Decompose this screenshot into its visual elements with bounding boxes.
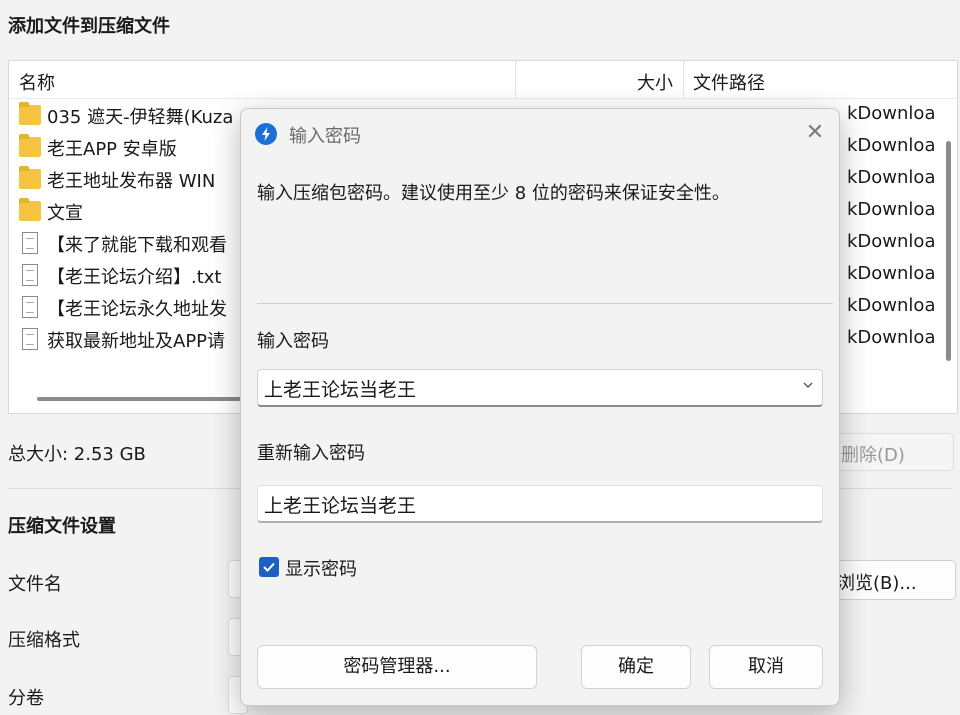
dialog-title: 输入密码 [289,126,361,147]
file-path: kDownloa [847,231,936,252]
file-name: 【来了就能下载和观看 [47,235,227,256]
file-path: kDownloa [847,103,936,124]
text-file-icon [22,264,38,286]
cancel-button[interactable]: 取消 [709,645,823,689]
folder-icon [19,166,41,189]
file-name: 文宣 [47,203,83,224]
divider [257,303,833,304]
checkmark-icon [263,562,275,572]
column-separator [515,61,516,99]
folder-icon [19,198,41,221]
file-list-header: 名称 大小 文件路径 [9,61,957,99]
column-separator [683,61,684,99]
file-path: kDownloa [847,199,936,220]
reenter-password-input[interactable]: 上老王论坛当老王 [257,485,823,523]
show-password-checkbox[interactable] [259,557,279,577]
filename-label: 文件名 [8,574,62,595]
close-icon[interactable]: ✕ [801,119,829,147]
format-label: 压缩格式 [8,630,80,651]
folder-icon [19,134,41,157]
total-size-label: 总大小: 2.53 GB [8,444,146,465]
reenter-password-label: 重新输入密码 [257,443,365,464]
settings-section-title: 压缩文件设置 [8,516,116,537]
chevron-down-icon[interactable] [802,379,814,391]
password-label: 输入密码 [257,331,329,352]
vertical-scrollbar[interactable] [946,141,951,361]
file-name: 老王地址发布器 WIN [47,171,216,192]
file-name: 老王APP 安卓版 [47,139,177,160]
password-value: 上老王论坛当老王 [264,379,417,401]
column-name-header[interactable]: 名称 [19,69,55,95]
text-file-icon [22,328,38,350]
column-path-header[interactable]: 文件路径 [693,69,765,95]
file-name: 035 遮天-伊轻舞(Kuza [47,107,234,128]
text-file-icon [22,232,38,254]
file-path: kDownloa [847,263,936,284]
file-path: kDownloa [847,327,936,348]
volume-label: 分卷 [8,688,44,709]
delete-button[interactable]: 删除(D) [830,433,954,471]
app-logo-icon [255,123,277,145]
file-name: 获取最新地址及APP请 [47,331,226,352]
file-name: 【老王论坛永久地址发 [47,299,227,320]
file-path: kDownloa [847,295,936,316]
file-name: 【老王论坛介绍】.txt [47,267,222,288]
text-file-icon [22,296,38,318]
column-size-header[interactable]: 大小 [637,69,673,95]
show-password-label[interactable]: 显示密码 [285,555,357,581]
password-combobox[interactable]: 上老王论坛当老王 [257,369,823,407]
folder-icon [19,102,41,125]
password-dialog: 输入密码 ✕ 输入压缩包密码。建议使用至少 8 位的密码来保证安全性。 输入密码… [240,108,840,706]
file-path: kDownloa [847,135,936,156]
dialog-description: 输入压缩包密码。建议使用至少 8 位的密码来保证安全性。 [257,183,730,204]
window-title: 添加文件到压缩文件 [8,16,170,37]
file-path: kDownloa [847,167,936,188]
ok-button[interactable]: 确定 [581,645,691,689]
password-manager-button[interactable]: 密码管理器... [257,645,537,689]
browse-button[interactable]: 浏览(B)... [824,560,956,600]
reenter-password-value: 上老王论坛当老王 [264,495,417,517]
